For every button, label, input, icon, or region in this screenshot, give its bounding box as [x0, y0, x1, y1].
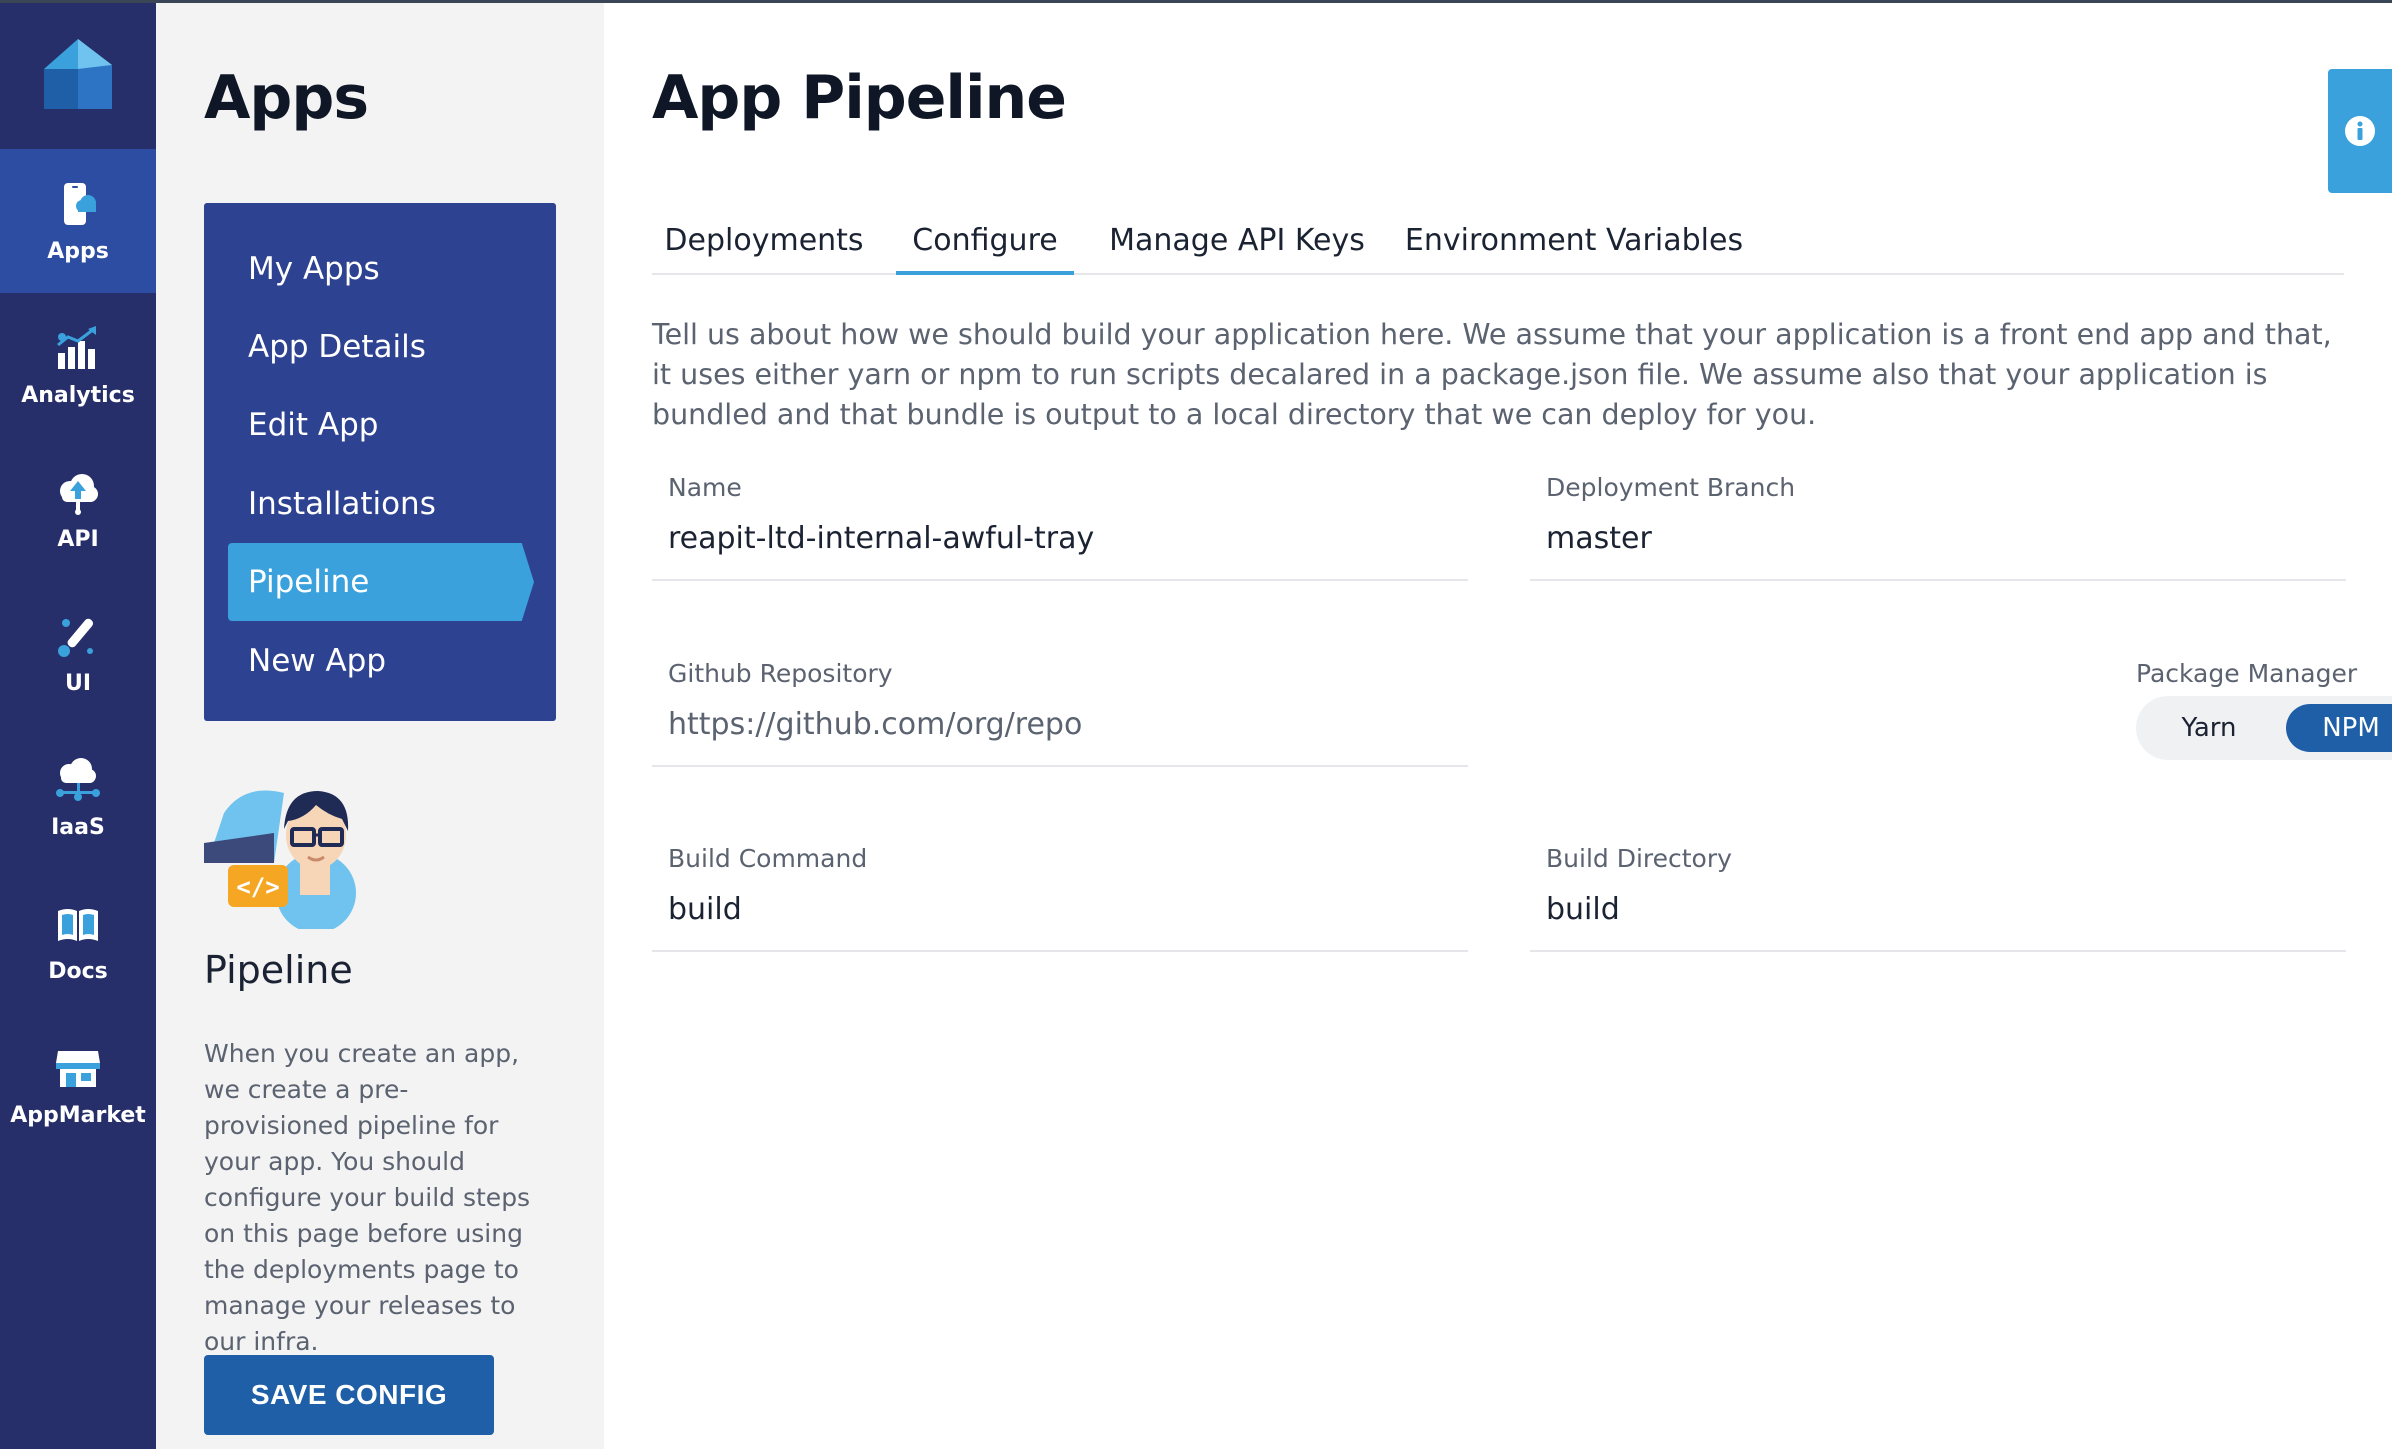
tab-label: Configure [912, 223, 1058, 258]
submenu-item-app-details[interactable]: App Details [204, 308, 556, 386]
paintbrush-icon [58, 618, 94, 657]
phone-cloud-icon [64, 182, 96, 225]
submenu-item-pipeline[interactable]: Pipeline [228, 543, 534, 621]
storefront-icon [56, 1050, 100, 1087]
tab-deployments[interactable]: Deployments [652, 213, 876, 271]
rail-label: IaaS [51, 814, 105, 840]
submenu-item-my-apps[interactable]: My Apps [204, 230, 556, 308]
build-directory-field: Build Directory [1530, 844, 2346, 952]
tab-label: Environment Variables [1404, 223, 1744, 258]
secondary-sidebar: Apps My Apps App Details Edit App Instal… [156, 3, 604, 1449]
package-manager-toggle: Yarn NPM [2136, 696, 2392, 760]
sidebar-heading: Pipeline [204, 948, 353, 992]
github-repository-input[interactable] [668, 701, 1448, 747]
help-info-tab[interactable] [2328, 69, 2392, 193]
submenu-item-label: App Details [248, 329, 426, 365]
rail-label: Apps [47, 238, 109, 264]
package-manager-option-npm[interactable]: NPM [2286, 704, 2392, 752]
submenu: My Apps App Details Edit App Installatio… [204, 203, 556, 721]
name-input[interactable] [668, 515, 1448, 561]
submenu-item-label: My Apps [248, 251, 380, 287]
page-title: App Pipeline [652, 63, 1067, 133]
name-field: Name [652, 473, 1468, 581]
cloud-network-icon [56, 757, 100, 801]
submenu-item-label: Edit App [248, 407, 379, 443]
tab-environment-variables[interactable]: Environment Variables [1404, 213, 1744, 271]
tab-manage-api-keys[interactable]: Manage API Keys [1092, 213, 1382, 271]
reapit-logo[interactable] [42, 39, 114, 115]
submenu-item-edit-app[interactable]: Edit App [204, 386, 556, 464]
github-repository-field: Github Repository [652, 659, 1468, 767]
package-manager-label: Package Manager [2136, 659, 2358, 688]
build-command-input[interactable] [668, 886, 1448, 932]
save-config-button[interactable]: SAVE CONFIG [204, 1355, 494, 1435]
rail-item-api[interactable]: API [0, 437, 156, 581]
tab-bar: Deployments Configure Manage API Keys En… [652, 213, 2344, 275]
svg-text:</>: </> [236, 873, 279, 901]
icon-rail: Apps Analytics API UI IaaS Docs AppMarke… [0, 3, 156, 1449]
sidebar-description: When you create an app, we create a pre-… [204, 1039, 531, 1356]
rail-label: UI [64, 670, 92, 696]
github-repository-label: Github Repository [668, 659, 893, 688]
rail-label: Docs [48, 958, 108, 984]
chart-icon [57, 325, 96, 369]
tab-label: Deployments [664, 223, 864, 258]
rail-item-appmarket[interactable]: AppMarket [0, 1013, 156, 1157]
submenu-item-label: New App [248, 643, 387, 679]
rail-item-docs[interactable]: Docs [0, 869, 156, 1013]
build-directory-input[interactable] [1546, 886, 2326, 932]
deployment-branch-field: Deployment Branch [1530, 473, 2346, 581]
cloud-upload-icon [60, 473, 98, 515]
package-manager-option-yarn[interactable]: Yarn [2144, 704, 2274, 752]
rail-label: Analytics [21, 382, 135, 408]
submenu-item-new-app[interactable]: New App [204, 622, 556, 700]
rail-item-ui[interactable]: UI [0, 581, 156, 725]
submenu-item-label: Installations [248, 486, 436, 522]
build-command-field: Build Command [652, 844, 1468, 952]
main-content: App Pipeline Deployments Configure Manag… [604, 3, 2392, 1449]
developer-illustration: </> [204, 790, 356, 929]
sidebar-title: Apps [204, 63, 369, 133]
tab-label: Manage API Keys [1109, 223, 1365, 258]
name-label: Name [668, 473, 742, 502]
info-icon [2345, 116, 2375, 146]
submenu-item-installations[interactable]: Installations [204, 465, 556, 543]
submenu-item-label: Pipeline [248, 564, 370, 600]
rail-label: AppMarket [10, 1102, 146, 1128]
deployment-branch-input[interactable] [1546, 515, 2326, 561]
rail-item-apps[interactable]: Apps [0, 149, 156, 293]
book-icon [58, 908, 98, 941]
tab-configure[interactable]: Configure [896, 213, 1074, 275]
rail-item-iaas[interactable]: IaaS [0, 725, 156, 869]
intro-text: Tell us about how we should build your a… [652, 318, 2332, 431]
rail-item-analytics[interactable]: Analytics [0, 293, 156, 437]
build-command-label: Build Command [668, 844, 868, 873]
build-directory-label: Build Directory [1546, 844, 1732, 873]
deployment-branch-label: Deployment Branch [1546, 473, 1796, 502]
rail-label: API [57, 526, 99, 552]
